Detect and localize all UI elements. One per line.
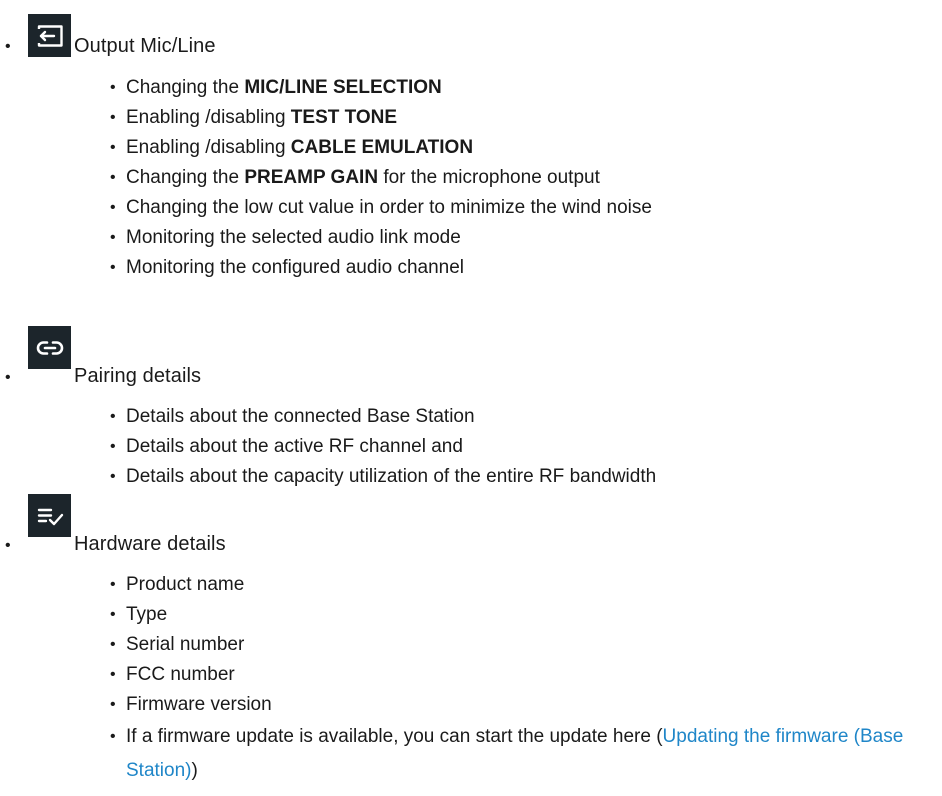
section-bullet: • xyxy=(5,38,11,55)
list-item: Product name xyxy=(0,570,942,600)
list-item: Type xyxy=(0,600,942,630)
list-item: Firmware version xyxy=(0,690,942,720)
list-item: FCC number xyxy=(0,660,942,690)
link-icon xyxy=(28,326,71,369)
section-title: Output Mic/Line xyxy=(74,35,216,57)
output-feature-list: Changing the MIC/LINE SELECTION Enabling… xyxy=(0,73,652,283)
list-item: Changing the MIC/LINE SELECTION xyxy=(0,73,652,103)
section-title: Pairing details xyxy=(74,365,202,387)
list-item: Serial number xyxy=(0,630,942,660)
list-item: Enabling /disabling TEST TONE xyxy=(0,103,652,133)
list-item: Details about the capacity utilization o… xyxy=(0,462,656,492)
list-item: Enabling /disabling CABLE EMULATION xyxy=(0,133,652,163)
section-title: Hardware details xyxy=(74,533,226,555)
list-item: Details about the connected Base Station xyxy=(0,402,656,432)
output-icon xyxy=(28,14,71,57)
list-item: Changing the low cut value in order to m… xyxy=(0,193,652,223)
list-item: If a firmware update is available, you c… xyxy=(0,720,942,788)
list-check-icon xyxy=(28,494,71,537)
section-bullet: • xyxy=(5,537,11,554)
list-item: Details about the active RF channel and xyxy=(0,432,656,462)
list-item: Monitoring the selected audio link mode xyxy=(0,223,652,253)
list-item: Monitoring the configured audio channel xyxy=(0,253,652,283)
section-bullet: • xyxy=(5,369,11,386)
hardware-feature-list: Product name Type Serial number FCC numb… xyxy=(0,570,942,788)
list-item: Changing the PREAMP GAIN for the microph… xyxy=(0,163,652,193)
pairing-feature-list: Details about the connected Base Station… xyxy=(0,402,656,492)
